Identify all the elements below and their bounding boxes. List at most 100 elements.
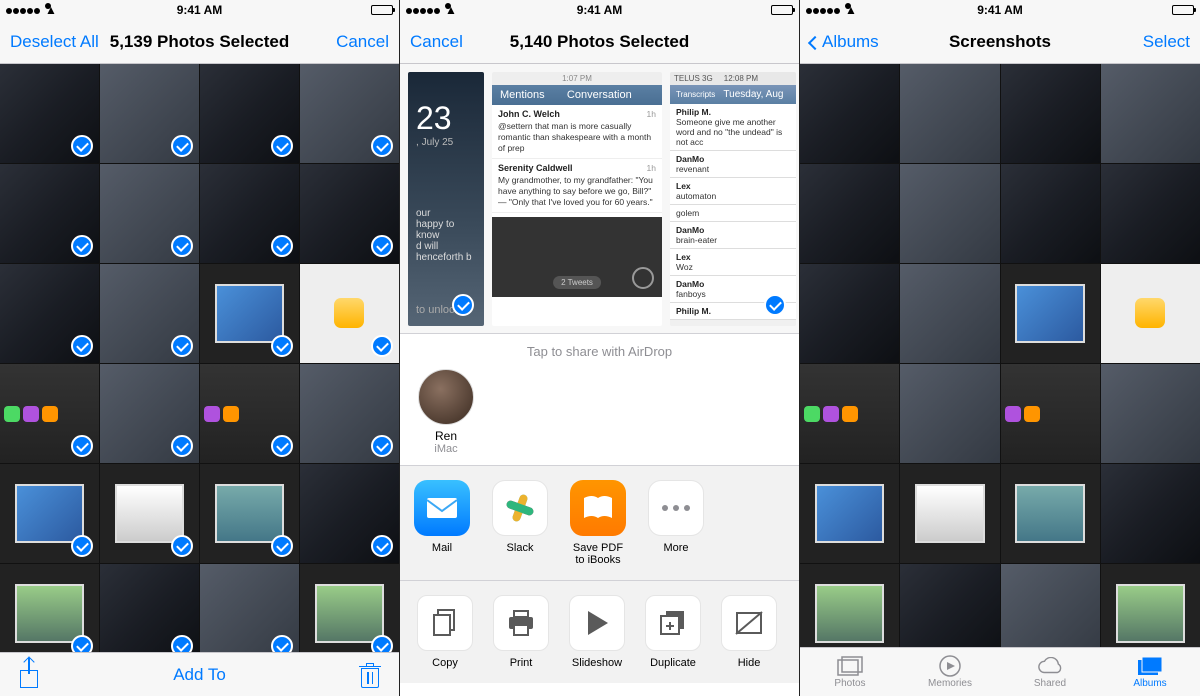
photo-thumb[interactable] bbox=[1101, 464, 1200, 563]
share-app-more[interactable]: More bbox=[646, 480, 706, 566]
action-hide[interactable]: Hide bbox=[716, 595, 782, 669]
photo-thumb[interactable] bbox=[300, 264, 399, 363]
add-to-button[interactable]: Add To bbox=[40, 665, 359, 685]
photo-thumb[interactable] bbox=[800, 64, 899, 163]
photo-thumb[interactable] bbox=[900, 464, 999, 563]
photo-thumb[interactable] bbox=[1001, 64, 1100, 163]
check-icon bbox=[271, 535, 293, 557]
deselect-all-button[interactable]: Deselect All bbox=[10, 32, 99, 52]
check-icon bbox=[452, 294, 474, 316]
photo-thumb[interactable] bbox=[1001, 564, 1100, 647]
phone-selection-grid: ▲ 9:41 AM Deselect All 5,139 Photos Sele… bbox=[0, 0, 400, 696]
status-time: 9:41 AM bbox=[800, 3, 1200, 17]
hide-icon bbox=[721, 595, 777, 651]
photo-thumb[interactable] bbox=[1101, 364, 1200, 463]
share-preview-row[interactable]: 23 , July 25 our happy to know d will he… bbox=[400, 64, 799, 334]
photo-thumb[interactable] bbox=[1001, 364, 1100, 463]
photo-thumb[interactable] bbox=[1001, 464, 1100, 563]
photo-thumb[interactable] bbox=[200, 464, 299, 563]
signal-dots-icon: ▲ bbox=[6, 3, 52, 17]
photo-thumb[interactable] bbox=[100, 564, 199, 652]
duplicate-icon bbox=[645, 595, 701, 651]
photo-thumb[interactable] bbox=[800, 364, 899, 463]
photo-thumb[interactable] bbox=[300, 364, 399, 463]
photo-grid[interactable] bbox=[800, 64, 1200, 647]
mail-icon bbox=[414, 480, 470, 536]
photo-thumb[interactable] bbox=[300, 164, 399, 263]
share-app-ibooks[interactable]: Save PDF to iBooks bbox=[568, 480, 628, 566]
share-app-mail[interactable]: Mail bbox=[412, 480, 472, 566]
status-bar: ▲ 9:41 AM bbox=[0, 0, 399, 20]
nav-bar: Deselect All 5,139 Photos Selected Cance… bbox=[0, 20, 399, 64]
photo-grid[interactable] bbox=[0, 64, 399, 652]
photo-thumb[interactable] bbox=[0, 464, 99, 563]
photo-thumb[interactable] bbox=[1101, 64, 1200, 163]
share-app-slack[interactable]: Slack bbox=[490, 480, 550, 566]
photo-thumb[interactable] bbox=[100, 64, 199, 163]
photo-thumb[interactable] bbox=[800, 164, 899, 263]
photo-thumb[interactable] bbox=[200, 64, 299, 163]
photo-thumb[interactable] bbox=[0, 264, 99, 363]
action-duplicate[interactable]: Duplicate bbox=[640, 595, 706, 669]
photo-thumb[interactable] bbox=[1101, 264, 1200, 363]
check-icon bbox=[71, 635, 93, 652]
photo-thumb[interactable] bbox=[1001, 164, 1100, 263]
share-icon[interactable] bbox=[18, 662, 40, 688]
ibooks-icon bbox=[570, 480, 626, 536]
tab-photos[interactable]: Photos bbox=[800, 648, 900, 696]
photo-thumb[interactable] bbox=[900, 64, 999, 163]
tab-shared[interactable]: Shared bbox=[1000, 648, 1100, 696]
photo-thumb[interactable] bbox=[0, 64, 99, 163]
share-preview-thumb[interactable]: 1:07 PM MentionsConversation John C. Wel… bbox=[492, 72, 662, 326]
photo-thumb[interactable] bbox=[100, 264, 199, 363]
photo-thumb[interactable] bbox=[1101, 564, 1200, 647]
photo-thumb[interactable] bbox=[800, 464, 899, 563]
contact-name: Ren bbox=[435, 429, 457, 443]
photo-thumb[interactable] bbox=[1001, 264, 1100, 363]
cancel-button[interactable]: Cancel bbox=[410, 32, 470, 52]
share-preview-thumb[interactable]: TELUS 3G 12:08 PM Transcripts Tuesday, A… bbox=[670, 72, 796, 326]
status-bar: ▲ 9:41 AM bbox=[800, 0, 1200, 20]
photo-thumb[interactable] bbox=[100, 164, 199, 263]
select-button[interactable]: Select bbox=[1130, 32, 1190, 52]
battery-icon bbox=[771, 5, 793, 15]
action-copy[interactable]: Copy bbox=[412, 595, 478, 669]
photo-thumb[interactable] bbox=[200, 564, 299, 652]
photo-thumb[interactable] bbox=[900, 164, 999, 263]
check-icon bbox=[271, 135, 293, 157]
photo-thumb[interactable] bbox=[200, 164, 299, 263]
action-print[interactable]: Print bbox=[488, 595, 554, 669]
check-icon bbox=[171, 435, 193, 457]
share-actions-row: Copy Print Slideshow Duplicate Hide bbox=[400, 580, 799, 683]
tab-bar: Photos Memories Shared Albums bbox=[800, 647, 1200, 696]
share-preview-thumb[interactable]: 23 , July 25 our happy to know d will he… bbox=[408, 72, 484, 326]
photo-thumb[interactable] bbox=[0, 164, 99, 263]
photo-thumb[interactable] bbox=[0, 364, 99, 463]
photo-thumb[interactable] bbox=[800, 264, 899, 363]
tab-albums[interactable]: Albums bbox=[1100, 648, 1200, 696]
photo-thumb[interactable] bbox=[900, 364, 999, 463]
photo-thumb[interactable] bbox=[300, 564, 399, 652]
check-icon bbox=[271, 335, 293, 357]
photo-thumb[interactable] bbox=[300, 464, 399, 563]
airdrop-contact[interactable]: Ren iMac bbox=[412, 369, 480, 455]
check-icon bbox=[371, 535, 393, 557]
photo-thumb[interactable] bbox=[200, 264, 299, 363]
photo-thumb[interactable] bbox=[0, 564, 99, 652]
photo-thumb[interactable] bbox=[300, 64, 399, 163]
photo-thumb[interactable] bbox=[900, 564, 999, 647]
photo-thumb[interactable] bbox=[800, 564, 899, 647]
check-icon bbox=[371, 435, 393, 457]
photo-thumb[interactable] bbox=[100, 364, 199, 463]
tab-memories[interactable]: Memories bbox=[900, 648, 1000, 696]
back-button[interactable]: Albums bbox=[810, 32, 879, 52]
check-icon bbox=[171, 335, 193, 357]
photo-thumb[interactable] bbox=[1101, 164, 1200, 263]
trash-icon[interactable] bbox=[359, 662, 381, 688]
check-icon bbox=[71, 535, 93, 557]
action-slideshow[interactable]: Slideshow bbox=[564, 595, 630, 669]
photo-thumb[interactable] bbox=[100, 464, 199, 563]
photo-thumb[interactable] bbox=[200, 364, 299, 463]
cancel-button[interactable]: Cancel bbox=[329, 32, 389, 52]
photo-thumb[interactable] bbox=[900, 264, 999, 363]
